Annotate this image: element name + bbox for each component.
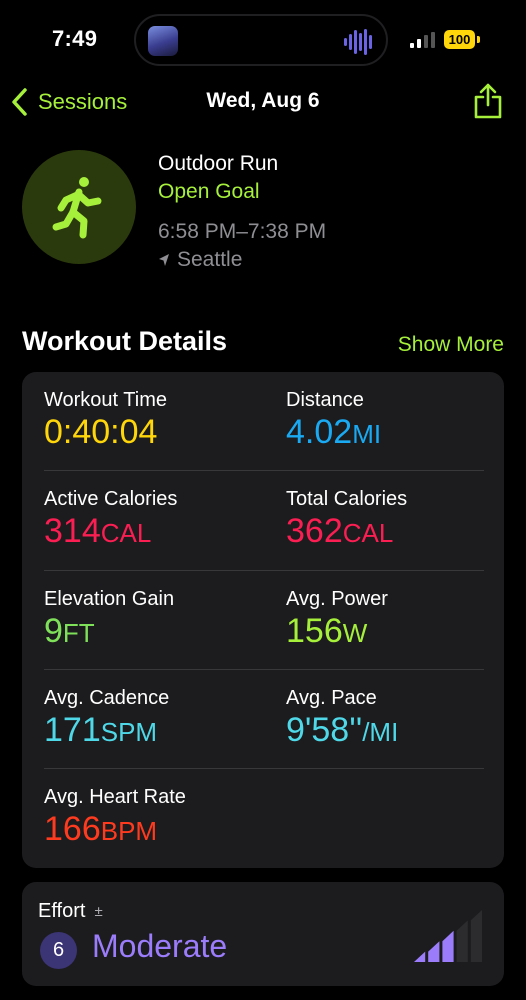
metric-active-calories: Active Calories 314CAL [44,488,177,551]
divider [44,470,484,471]
metric-value: 171SPM [44,711,169,750]
effort-bars-icon [414,910,482,962]
effort-bar [442,930,454,962]
metric-label: Avg. Cadence [44,687,170,709]
metric-unit: CAL [100,518,152,548]
effort-card[interactable]: Effort ± 6 Moderate [22,882,504,986]
metric-value: 9'58''/MI [286,711,398,750]
now-playing-artwork [148,26,178,56]
metric-label: Avg. Pace [286,687,377,709]
workout-location: Seattle [158,248,242,272]
divider [44,570,484,571]
metric-number: 0:40:04 [44,413,158,451]
metric-unit: MI [352,419,382,449]
metric-value: 314CAL [44,512,177,551]
metric-label: Active Calories [44,488,178,510]
location-arrow-icon [159,254,169,266]
dynamic-island[interactable] [134,14,388,66]
metric-unit: BPM [100,816,158,846]
divider [44,768,484,769]
metric-total-calories: Total Calories 362CAL [286,488,407,551]
metric-value: 4.02MI [286,413,381,452]
metric-avg-power: Avg. Power 156W [286,588,388,651]
workout-details-card: Workout Time 0:40:04 Distance 4.02MI Act… [22,372,504,868]
metric-value: 9FT [44,612,174,651]
section-title: Workout Details [22,326,228,356]
metric-number: 314 [44,512,101,550]
effort-level: Moderate [92,928,228,964]
effort-label: Effort ± [38,900,103,923]
metric-number: 171 [44,711,101,749]
workout-time-range: 6:58 PM–7:38 PM [158,220,327,243]
workout-type-icon [22,150,136,264]
metric-workout-time: Workout Time 0:40:04 [44,389,167,452]
metric-distance: Distance 4.02MI [286,389,381,452]
metric-unit: FT [62,618,95,648]
effort-bar [456,920,468,962]
battery-nub [477,36,480,43]
page-title: Wed, Aug 6 [206,89,320,112]
metric-number: 9'58'' [286,711,363,749]
status-bar: 7:49 100 [0,0,526,80]
metric-elevation-gain: Elevation Gain 9FT [44,588,174,651]
metric-value: 166BPM [44,810,186,849]
metric-value: 362CAL [286,512,407,551]
effort-bar [428,941,440,962]
signal-icon [410,32,435,48]
metric-unit: SPM [100,717,158,747]
effort-adjust-icon[interactable]: ± [94,903,102,920]
effort-title: Effort [38,900,86,922]
effort-score-badge: 6 [40,932,77,969]
metric-number: 4.02 [286,413,353,451]
metric-unit: CAL [342,518,394,548]
metric-number: 166 [44,810,101,848]
metric-value: 0:40:04 [44,413,167,452]
battery-icon: 100 [444,30,475,49]
metric-number: 156 [286,612,343,650]
metric-number: 9 [44,612,63,650]
metric-label: Total Calories [286,488,408,510]
metric-avg-heart-rate: Avg. Heart Rate 166BPM [44,786,186,849]
divider [44,669,484,670]
metric-label: Workout Time [44,389,167,411]
metric-label: Avg. Power [286,588,388,610]
metric-avg-cadence: Avg. Cadence 171SPM [44,687,169,750]
running-figure-icon [52,177,102,239]
metric-label: Avg. Heart Rate [44,786,186,808]
metric-number: 362 [286,512,343,550]
metric-unit: /MI [362,717,399,747]
metric-unit: W [342,618,368,648]
share-icon[interactable] [472,82,504,120]
metric-avg-pace: Avg. Pace 9'58''/MI [286,687,398,750]
effort-bar [414,951,426,962]
workout-location-label: Seattle [177,248,243,271]
metric-value: 156W [286,612,388,651]
show-more-button[interactable]: Show More [398,333,504,357]
metric-label: Elevation Gain [44,588,175,610]
status-time: 7:49 [52,26,98,51]
audio-waveform-icon [344,29,372,55]
workout-goal: Open Goal [158,180,260,203]
effort-bar [470,910,482,962]
workout-type: Outdoor Run [158,152,279,175]
metric-label: Distance [286,389,364,411]
